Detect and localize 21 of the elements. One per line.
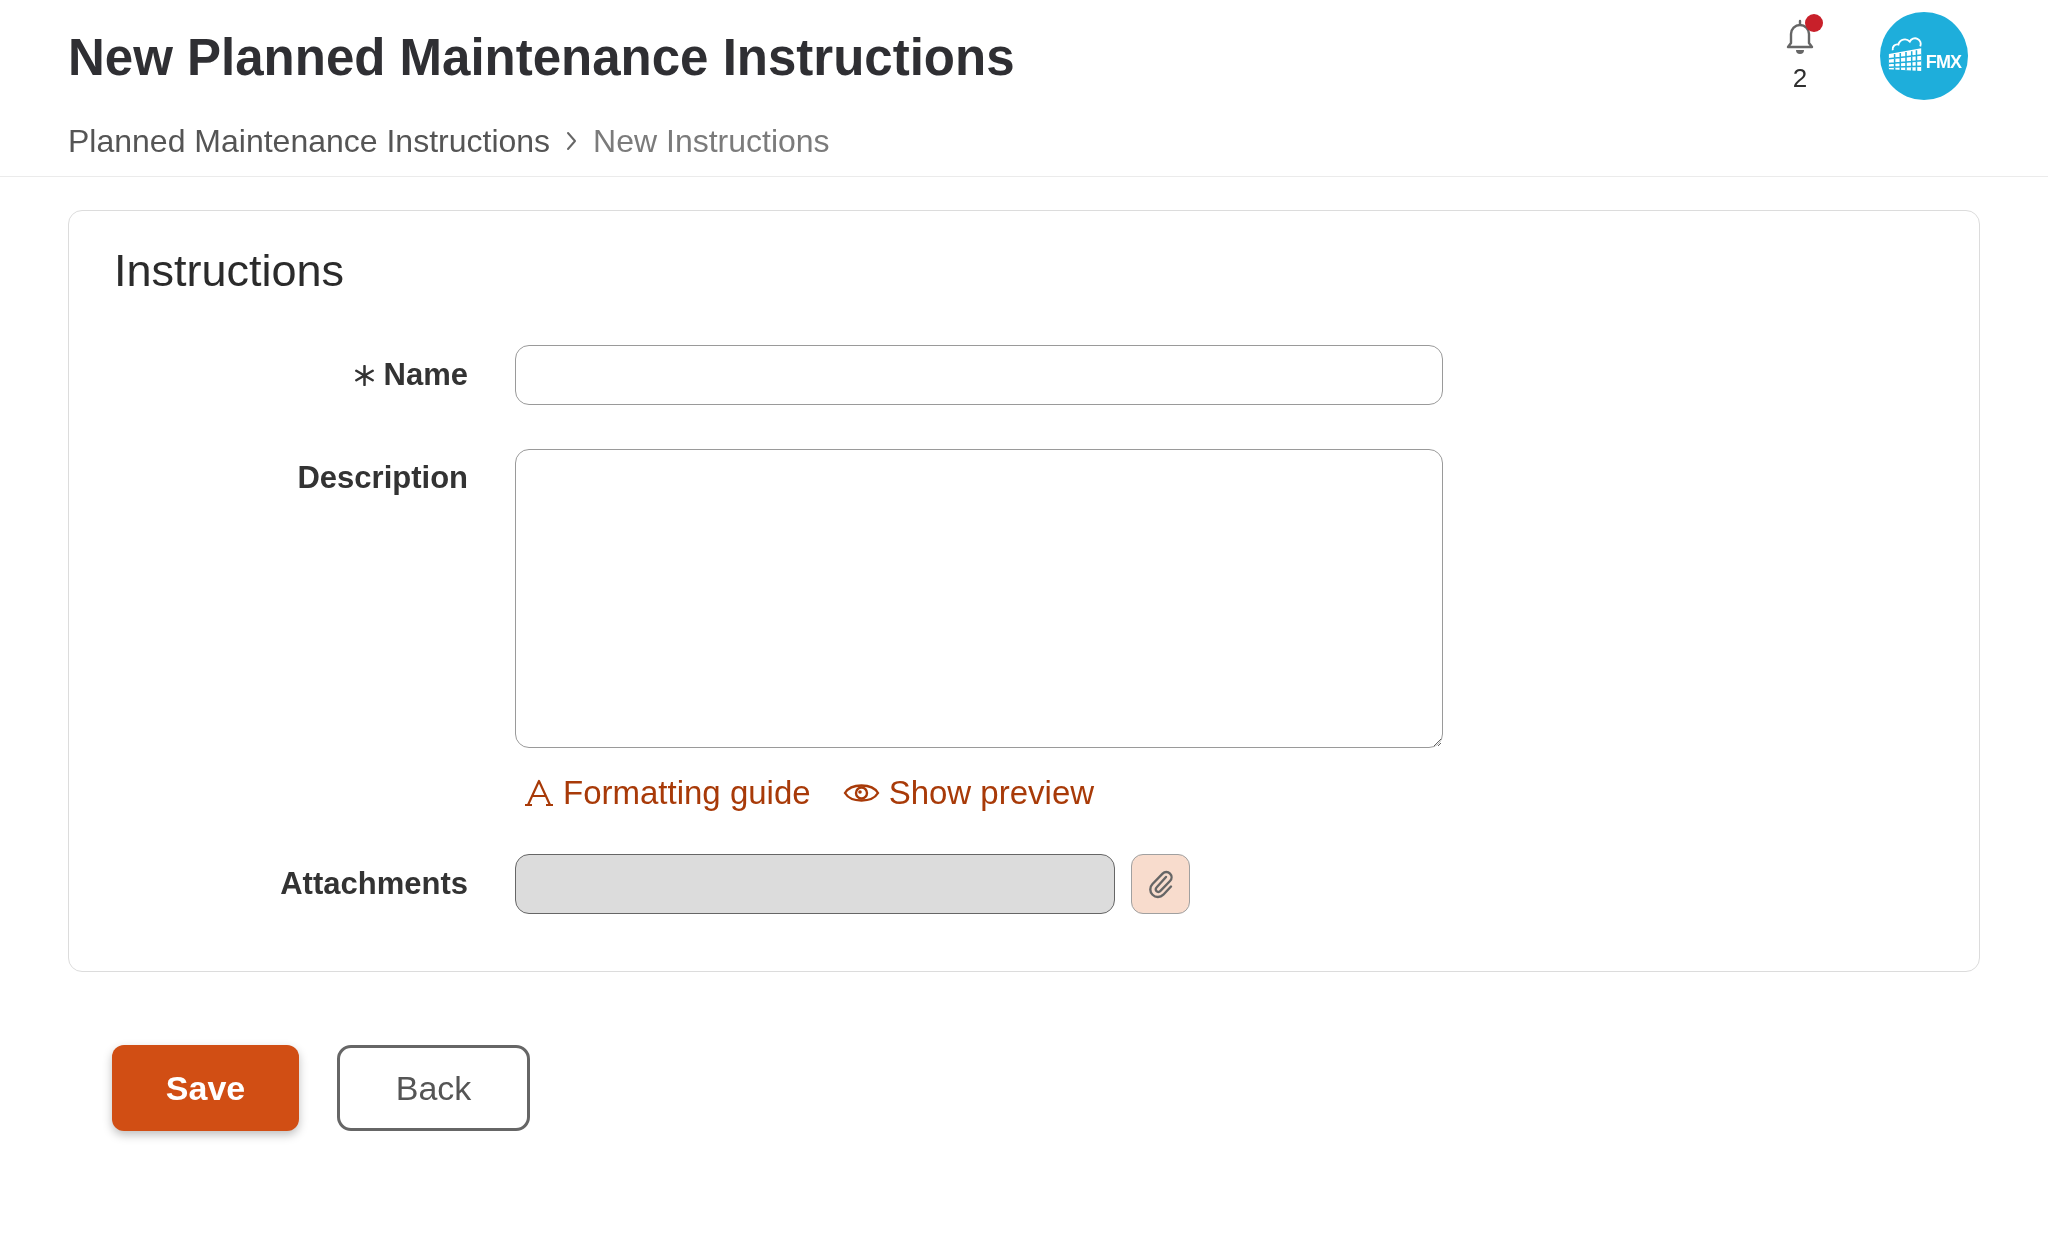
textarea-field[interactable] xyxy=(515,449,1443,748)
paperclip-icon xyxy=(1146,869,1175,899)
cloud-building-icon xyxy=(1886,34,1925,74)
field-label: Attachments xyxy=(280,865,468,903)
input-field[interactable] xyxy=(515,345,1443,405)
chevron-right-icon xyxy=(566,131,578,151)
formatting-link[interactable]: Formatting guide xyxy=(524,773,811,813)
page-title: New Planned Maintenance Instructions xyxy=(68,30,1015,86)
eye-icon xyxy=(842,781,880,805)
field-label: Description xyxy=(297,459,468,497)
section-title: Instructions xyxy=(114,245,345,297)
logo-text: FMX xyxy=(1925,52,1962,72)
font-icon xyxy=(524,778,554,808)
attach-button[interactable] xyxy=(1131,854,1190,914)
breadcrumb-current: New Instructions xyxy=(593,122,830,160)
preview-link[interactable]: Show preview xyxy=(842,773,1095,813)
field-label: Name xyxy=(383,356,468,394)
save-button[interactable]: Save xyxy=(112,1045,299,1131)
breadcrumb-link[interactable]: Planned Maintenance Instructions xyxy=(68,122,551,160)
notifications-button[interactable]: 2 xyxy=(1782,12,1818,91)
back-button[interactable]: Back xyxy=(337,1045,530,1131)
